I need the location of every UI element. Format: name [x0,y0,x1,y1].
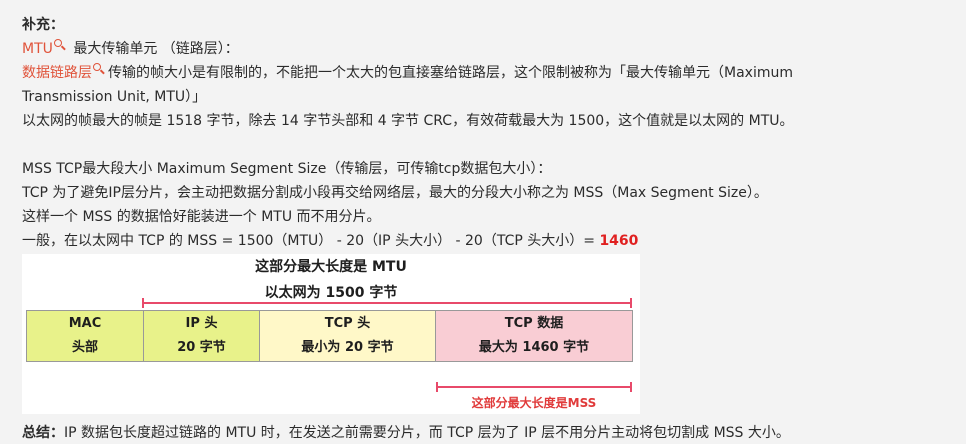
mtu-line: MTU 最大传输单元 （链路层）： [22,38,239,60]
summary-label: 总结： [22,425,64,441]
calc-text: 一般，在以太网中 TCP 的 MSS = 1500（MTU） - 20（IP 头… [22,233,600,249]
datalink-link[interactable]: 数据链路层 [22,65,92,81]
mtu-link[interactable]: MTU [22,41,53,57]
cell-line1: TCP 头 [324,316,371,331]
cell-line2: 头部 [71,340,98,355]
mac-header-cell: MAC 头部 [26,310,144,362]
search-icon[interactable] [53,39,65,51]
datalink-text: 传输的帧大小是有限制的，不能把一个太大的包直接塞给链路层，这个限制被称为「最大传… [108,65,793,81]
cell-line1: MAC [68,316,102,331]
summary-text: IP 数据包长度超过链路的 MTU 时，在发送之前需要分片，而 TCP 层为了 … [64,425,790,441]
ip-header-cell: IP 头 20 字节 [143,310,260,362]
tcp-header-cell: TCP 头 最小为 20 字节 [259,310,436,362]
mtu-bracket [142,298,632,310]
datalink-text-cont: Transmission Unit, MTU）」 [22,89,207,105]
mss-label: 这部分最大长度是MSS [471,396,597,410]
diagram-title-ethernet: 以太网为 1500 字节 [264,285,398,301]
frame-diagram: 这部分最大长度是 MTU 以太网为 1500 字节 MAC 头部 IP 头 20… [22,254,640,414]
heading: 补充： [22,17,64,33]
mss-bracket [436,382,632,394]
cell-line2: 20 字节 [177,340,226,355]
datalink-line: 数据链路层 传输的帧大小是有限制的，不能把一个太大的包直接塞给链路层，这个限制被称… [22,62,793,84]
search-icon[interactable] [93,63,104,75]
mss-fit-line: 这样一个 MSS 的数据恰好能装进一个 MTU 而不用分片。 [22,209,381,225]
calc-result: 1460 [599,233,639,249]
cell-line2: 最小为 20 字节 [301,340,394,355]
mss-heading: MSS TCP最大段大小 Maximum Segment Size（传输层，可传… [22,161,552,177]
tcp-data-cell: TCP 数据 最大为 1460 字节 [435,310,633,362]
cell-line1: IP 头 [185,316,218,331]
ethernet-line: 以太网的帧最大的帧是 1518 字节，除去 14 字节头部和 4 字节 CRC，… [22,113,794,129]
summary-line: 总结：IP 数据包长度超过链路的 MTU 时，在发送之前需要分片，而 TCP 层… [22,422,790,444]
cell-line2: 最大为 1460 字节 [478,340,590,355]
diagram-title-mtu: 这部分最大长度是 MTU [255,259,407,275]
mtu-text: 最大传输单元 （链路层）： [73,41,239,57]
tcp-line: TCP 为了避免IP层分片，会主动把数据分割成小段再交给网络层，最大的分段大小称… [22,185,768,201]
cell-line1: TCP 数据 [504,316,564,331]
calc-line: 一般，在以太网中 TCP 的 MSS = 1500（MTU） - 20（IP 头… [22,230,638,252]
